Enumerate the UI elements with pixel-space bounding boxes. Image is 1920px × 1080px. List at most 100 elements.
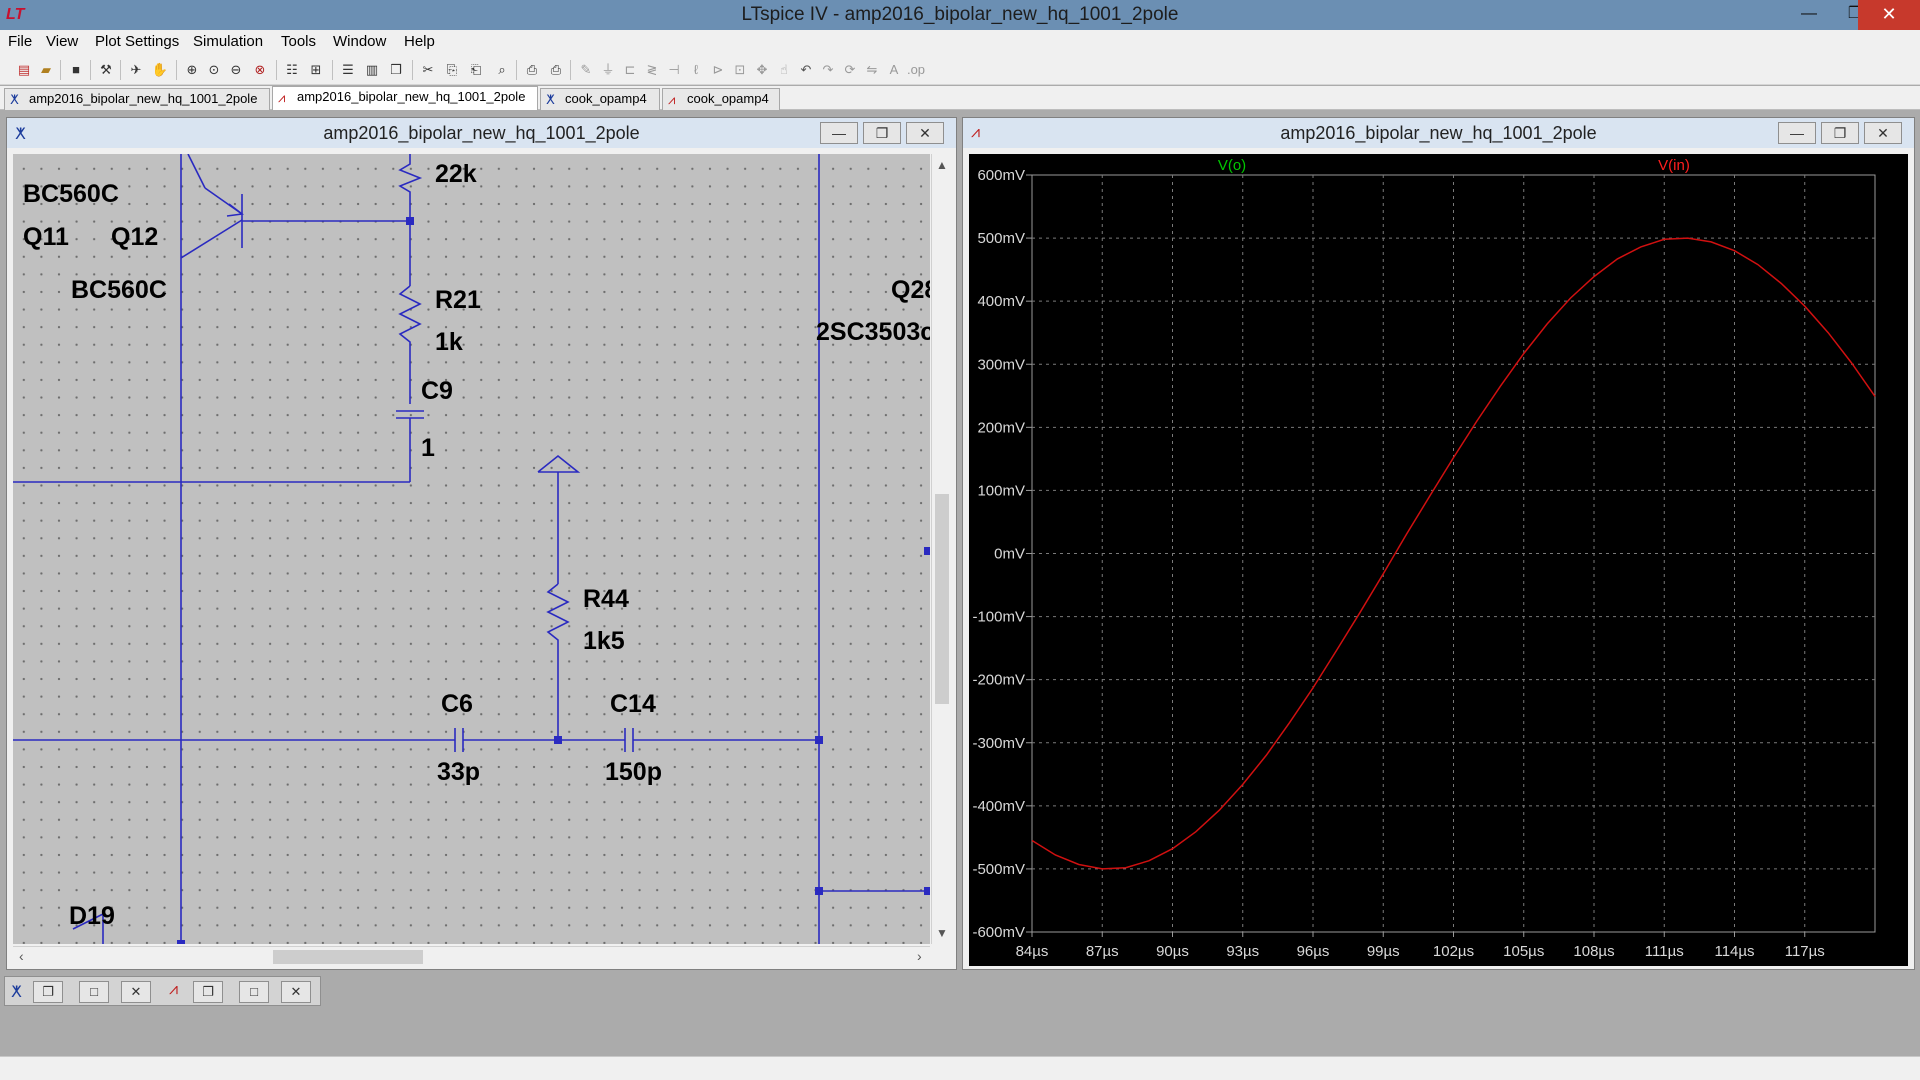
tab-label: amp2016_bipolar_new_hq_1001_2pole [29, 91, 258, 106]
cascade-icon[interactable]: ❒ [386, 60, 406, 80]
tab-schematic-cook-opamp4[interactable]: ⵅ cook_opamp4 [540, 88, 660, 110]
zoom-out-icon[interactable]: ⊖ [226, 60, 246, 80]
paste-icon[interactable]: ⎗ [466, 60, 486, 80]
tile-vertical-icon[interactable]: ▥ [362, 60, 382, 80]
waveform-restore-button[interactable]: ❐ [1821, 122, 1859, 144]
scroll-down-icon[interactable]: ▼ [932, 926, 952, 940]
trace-label[interactable]: V(o) [1218, 157, 1246, 174]
minimized-maximize-button[interactable]: □ [239, 981, 269, 1003]
schematic-close-button[interactable]: ✕ [906, 122, 944, 144]
y-tick-label: 0mV [994, 546, 1025, 563]
y-tick-label: -200mV [972, 672, 1025, 689]
component-icon[interactable]: ⊡ [730, 60, 750, 80]
grid-icon[interactable]: ⊞ [306, 60, 326, 80]
y-tick-label: 600mV [977, 167, 1025, 184]
control-panel-icon[interactable]: ⚒ [96, 60, 116, 80]
q12-model-label: BC560C [71, 276, 167, 304]
x-tick-label: 96µs [1297, 943, 1330, 960]
diode-icon[interactable]: ⊳ [708, 60, 728, 80]
schematic-icon: ⵅ [546, 92, 555, 107]
open-icon[interactable]: ▰ [36, 60, 56, 80]
menu-help[interactable]: Help [404, 33, 435, 50]
tab-waveform-cook-opamp4[interactable]: ⩘ cook_opamp4 [662, 88, 780, 110]
schematic-window[interactable]: ⵅ amp2016_bipolar_new_hq_1001_2pole — ❐ … [6, 117, 957, 970]
text-icon[interactable]: A [884, 60, 904, 80]
waveform-plot-area[interactable]: 600mV 500mV 400mV 300mV 200mV 100mV 0mV -100mV -… [969, 154, 1908, 966]
r21-value-label: 1k [435, 328, 463, 356]
cut-icon[interactable]: ✂ [418, 60, 438, 80]
undo-icon[interactable]: ↶ [796, 60, 816, 80]
x-tick-label: 117µs [1785, 943, 1825, 960]
menu-plot-settings[interactable]: Plot Settings [95, 33, 179, 50]
spice-directive-icon[interactable]: .op [906, 60, 926, 80]
resistor-icon[interactable]: ≷ [642, 60, 662, 80]
close-button[interactable]: ✕ [1858, 0, 1920, 30]
q11-name-label: Q11 [23, 223, 69, 251]
inductor-icon[interactable]: ℓ [686, 60, 706, 80]
zoom-fit-icon[interactable]: ⊗ [250, 60, 270, 80]
find-icon[interactable]: ⌕ [492, 60, 512, 80]
wire-icon[interactable]: ✎ [576, 60, 596, 80]
r44-name-label: R44 [583, 585, 629, 613]
minimized-close-button[interactable]: ✕ [121, 981, 151, 1003]
halt-icon[interactable]: ✋ [150, 60, 170, 80]
schematic-restore-button[interactable]: ❐ [863, 122, 901, 144]
move-icon[interactable]: ✥ [752, 60, 772, 80]
c9-value-label: 1 [421, 434, 435, 462]
label-net-icon[interactable]: ⊏ [620, 60, 640, 80]
waveform-icon[interactable]: ⩘ [169, 981, 178, 999]
menu-window[interactable]: Window [333, 33, 386, 50]
print-preview-icon[interactable]: ⎙ [522, 60, 542, 80]
schematic-horizontal-scrollbar[interactable]: ‹ › [13, 946, 930, 966]
minimized-restore-button[interactable]: ❐ [33, 981, 63, 1003]
run-icon[interactable]: ✈ [126, 60, 146, 80]
schematic-icon[interactable]: ⵅ [11, 982, 22, 1002]
save-icon[interactable]: ■ [66, 60, 86, 80]
zoom-in-icon[interactable]: ⊕ [182, 60, 202, 80]
trace-label[interactable]: V(in) [1658, 157, 1690, 174]
waveform-minimize-button[interactable]: — [1778, 122, 1816, 144]
ground-icon[interactable]: ⏚ [598, 60, 618, 80]
scroll-right-icon[interactable]: › [917, 948, 922, 964]
capacitor-icon[interactable]: ⊣ [664, 60, 684, 80]
waveform-window-titlebar[interactable]: ⩘ amp2016_bipolar_new_hq_1001_2pole — ❐ … [963, 118, 1914, 148]
schematic-minimize-button[interactable]: — [820, 122, 858, 144]
minimized-close-button[interactable]: ✕ [281, 981, 311, 1003]
tab-waveform-amp2016[interactable]: ⩘ amp2016_bipolar_new_hq_1001_2pole [272, 86, 538, 110]
scrollbar-thumb[interactable] [935, 494, 949, 704]
tab-label: cook_opamp4 [687, 91, 769, 106]
minimize-button[interactable]: — [1786, 0, 1832, 30]
tab-label: amp2016_bipolar_new_hq_1001_2pole [297, 89, 526, 104]
x-tick-label: 93µs [1226, 943, 1259, 960]
tab-schematic-amp2016[interactable]: ⵅ amp2016_bipolar_new_hq_1001_2pole [4, 88, 270, 110]
mirror-icon[interactable]: ⇋ [862, 60, 882, 80]
tile-horizontal-icon[interactable]: ☰ [338, 60, 358, 80]
new-schematic-icon[interactable]: ▤ [14, 60, 34, 80]
waveform-close-button[interactable]: ✕ [1864, 122, 1902, 144]
menu-file[interactable]: File [8, 33, 32, 50]
menu-tools[interactable]: Tools [281, 33, 316, 50]
rotate-icon[interactable]: ⟳ [840, 60, 860, 80]
y-tick-label: -100mV [972, 609, 1025, 626]
scroll-up-icon[interactable]: ▲ [932, 158, 952, 172]
minimized-maximize-button[interactable]: □ [79, 981, 109, 1003]
schematic-canvas[interactable]: BC560C Q11 Q12 BC560C 22k R21 1k C9 1 R4… [13, 154, 930, 944]
resistor-r44 [546, 583, 570, 740]
copy-icon[interactable]: ⎘ [442, 60, 462, 80]
redo-icon[interactable]: ↷ [818, 60, 838, 80]
scroll-left-icon[interactable]: ‹ [19, 948, 24, 964]
drag-icon[interactable]: ☝ [774, 60, 794, 80]
schematic-window-titlebar[interactable]: ⵅ amp2016_bipolar_new_hq_1001_2pole — ❐ … [7, 118, 956, 148]
zoom-pan-icon[interactable]: ⊙ [204, 60, 224, 80]
waveform-window[interactable]: ⩘ amp2016_bipolar_new_hq_1001_2pole — ❐ … [962, 117, 1915, 970]
minimized-restore-button[interactable]: ❐ [193, 981, 223, 1003]
menu-simulation[interactable]: Simulation [193, 33, 263, 50]
q28-model-label: 2SC3503c [816, 318, 930, 346]
scrollbar-thumb[interactable] [273, 950, 423, 964]
x-tick-label: 90µs [1156, 943, 1189, 960]
autorange-icon[interactable]: ☷ [282, 60, 302, 80]
menu-view[interactable]: View [46, 33, 78, 50]
r21-name-label: R21 [435, 286, 481, 314]
schematic-vertical-scrollbar[interactable]: ▲ ▼ [931, 154, 951, 944]
print-icon[interactable]: ⎙ [546, 60, 566, 80]
